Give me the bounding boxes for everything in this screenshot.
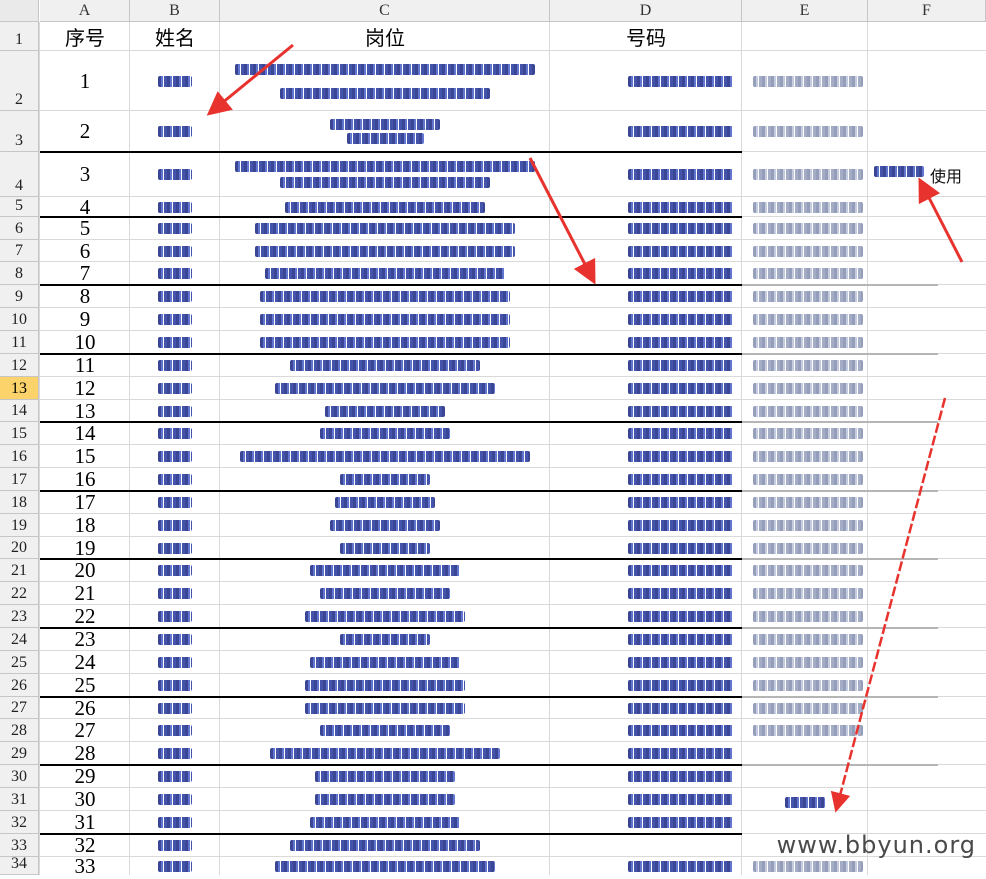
arrow-3 [918, 177, 964, 263]
watermark: www.bbyun.org [776, 831, 976, 859]
spreadsheet[interactable]: ABCDEF 1 2 3 4 5 6 7 8 9 10 11 12 13 14 15 16 17 18 19 20 21… [0, 0, 986, 878]
arrow-1 [206, 43, 294, 116]
arrow-2 [528, 157, 596, 285]
arrow-4 [830, 397, 947, 813]
annotation-arrows [206, 43, 964, 813]
